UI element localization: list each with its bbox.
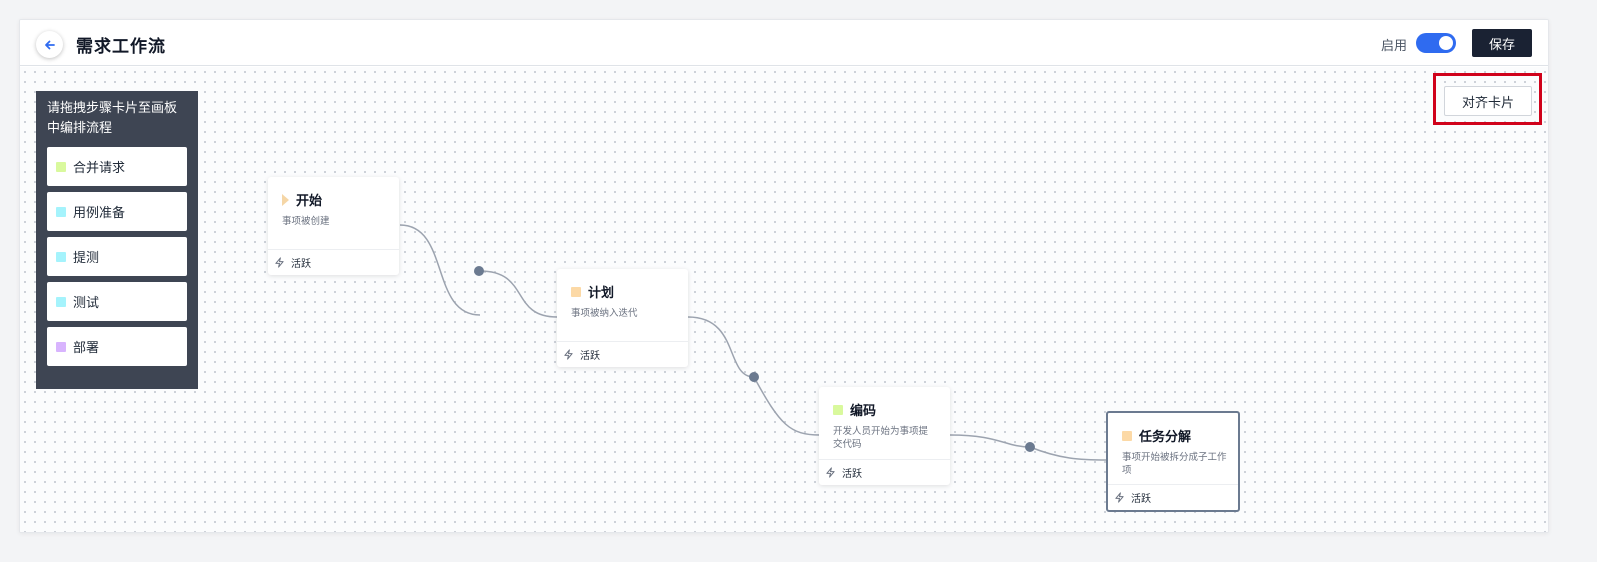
node-title: 任务分解 (1139, 430, 1192, 445)
node-status-label: 活跃 (291, 259, 311, 270)
connection-plan-code (687, 316, 755, 378)
node-description: 事项被创建 (282, 216, 330, 227)
node-title: 计划 (588, 286, 615, 301)
palette-item-merge-request[interactable]: 合并请求 (47, 147, 187, 186)
node-status: 活跃 (268, 249, 399, 275)
start-marker-icon (282, 193, 289, 206)
workflow-canvas[interactable]: 请拖拽步骤卡片至画板中编排流程 合并请求 用例准备 提测 测试 部署 对齐卡片 … (20, 67, 1548, 532)
palette-item-label: 用例准备 (73, 206, 126, 221)
enable-label: 启用 (1381, 39, 1408, 54)
lightning-icon (825, 467, 836, 478)
align-cards-button[interactable]: 对齐卡片 (1444, 86, 1532, 116)
palette-item-label: 合并请求 (73, 161, 126, 176)
connection-plan-code-b (753, 376, 821, 436)
arrow-left-icon (44, 40, 55, 49)
node-status: 活跃 (819, 459, 950, 485)
node-description: 事项被纳入迭代 (571, 308, 638, 319)
palette-item-label: 测试 (73, 296, 100, 311)
node-color-marker (833, 404, 843, 415)
connection-handle (1025, 442, 1035, 452)
swatch-cyan (56, 206, 66, 217)
workflow-node-plan[interactable]: 计划 事项被纳入迭代 活跃 (557, 269, 688, 367)
connection-start-plan-b (479, 270, 558, 318)
palette-item-test[interactable]: 测试 (47, 282, 187, 321)
node-color-marker (1122, 430, 1132, 441)
palette-item-label: 提测 (73, 251, 100, 266)
node-status: 活跃 (1108, 484, 1238, 510)
palette-item-submit-test[interactable]: 提测 (47, 237, 187, 276)
page-title: 需求工作流 (76, 37, 166, 57)
node-status-label: 活跃 (580, 351, 600, 362)
lightning-icon (563, 349, 574, 360)
swatch-cyan (56, 296, 66, 307)
node-color-marker (571, 286, 581, 297)
connection-lines (399, 224, 1108, 461)
enable-toggle[interactable] (1416, 33, 1456, 53)
swatch-purple (56, 341, 66, 352)
connection-code-split-b (1029, 446, 1108, 461)
palette-hint: 请拖拽步骤卡片至画板中编排流程 (47, 101, 178, 136)
workflow-node-coding[interactable]: 编码 开发人员开始为事项提交代码 活跃 (819, 387, 950, 485)
node-description: 开发人员开始为事项提交代码 (833, 426, 929, 450)
node-status: 活跃 (557, 341, 688, 367)
save-button[interactable]: 保存 (1472, 29, 1532, 57)
node-title: 编码 (850, 404, 877, 419)
header: 需求工作流 启用 保存 (20, 20, 1548, 66)
palette-item-deploy[interactable]: 部署 (47, 327, 187, 366)
node-title: 开始 (296, 194, 323, 209)
toggle-knob (1439, 36, 1453, 50)
step-palette: 请拖拽步骤卡片至画板中编排流程 合并请求 用例准备 提测 测试 部署 (36, 91, 198, 389)
palette-item-case-prep[interactable]: 用例准备 (47, 192, 187, 231)
lightning-icon (1114, 492, 1125, 503)
node-description: 事项开始被拆分成子工作项 (1122, 452, 1227, 476)
swatch-cyan (56, 251, 66, 262)
node-status-label: 活跃 (1131, 494, 1151, 505)
swatch-green (56, 161, 66, 172)
back-button[interactable] (36, 31, 63, 58)
workflow-editor: 需求工作流 启用 保存 请拖拽步骤卡片至画板中编排流程 合并请求 用例准备 提测… (19, 19, 1549, 533)
connection-handle (749, 372, 759, 382)
node-status-label: 活跃 (842, 469, 862, 480)
palette-item-label: 部署 (73, 341, 100, 356)
lightning-icon (274, 257, 285, 268)
workflow-node-task-split[interactable]: 任务分解 事项开始被拆分成子工作项 活跃 (1106, 411, 1240, 512)
workflow-node-start[interactable]: 开始 事项被创建 活跃 (268, 177, 399, 275)
connection-start-plan (399, 224, 481, 316)
connection-handle (474, 266, 484, 276)
connection-code-split (949, 434, 1031, 448)
